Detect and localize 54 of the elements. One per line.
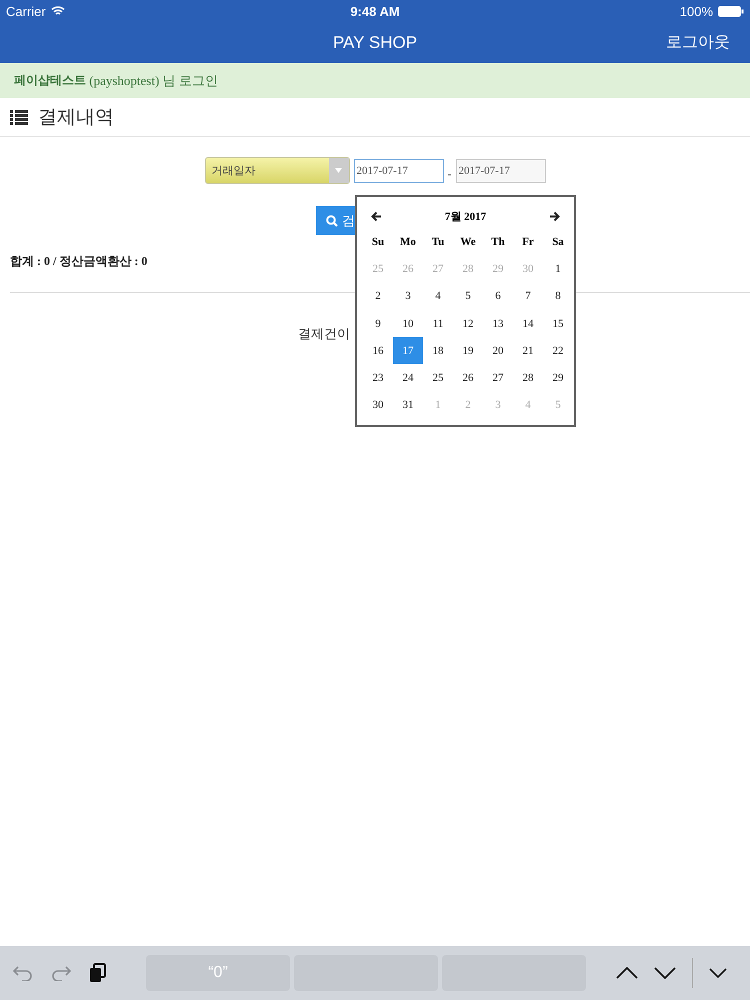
chevron-up-icon[interactable] (616, 967, 638, 979)
weekday-label: Th (490, 234, 506, 250)
login-notice: 페이샵테스트 (payshoptest) 님 로그인 (0, 63, 750, 98)
calendar-day[interactable]: 21 (513, 337, 543, 364)
search-icon (326, 214, 338, 226)
calendar-day[interactable]: 29 (543, 364, 573, 392)
start-date-field[interactable]: 2017-07-17 (354, 158, 444, 182)
calendar-day[interactable]: 16 (363, 337, 393, 364)
end-date-field[interactable]: 2017-07-17 (456, 158, 546, 182)
empty-message: 결제건이 (298, 325, 350, 343)
calendar-day[interactable]: 14 (513, 310, 543, 338)
calendar-day[interactable]: 23 (363, 364, 393, 392)
next-month-arrow-icon[interactable] (549, 210, 560, 222)
weekday-label: Su (370, 234, 386, 250)
battery-icon (718, 6, 744, 16)
list-icon (10, 110, 28, 124)
hide-keyboard-icon[interactable] (709, 968, 727, 978)
calendar-day[interactable]: 10 (393, 310, 423, 338)
calendar-day[interactable]: 27 (483, 364, 513, 392)
calendar-day[interactable]: 18 (423, 337, 453, 364)
app-title: PAY SHOP (332, 32, 418, 52)
calendar-day[interactable]: 31 (393, 392, 423, 420)
calendar-day[interactable]: 1 (543, 255, 573, 283)
paste-icon[interactable] (88, 963, 108, 983)
chevron-down-icon[interactable] (654, 967, 676, 979)
calendar-day[interactable]: 30 (363, 392, 393, 420)
weekday-label: We (459, 234, 477, 250)
dropdown-caret-icon (335, 168, 342, 173)
logout-link[interactable]: 로그아웃 (666, 32, 730, 53)
weekday-label: Tu (430, 234, 446, 250)
carrier-label: Carrier (6, 4, 46, 18)
calendar-day[interactable]: 22 (543, 337, 573, 364)
calendar-day[interactable]: 13 (483, 310, 513, 338)
date-type-select[interactable]: 거래일자 (204, 157, 350, 184)
clock: 9:48 AM (350, 4, 400, 18)
battery-percent: 100% (680, 4, 713, 18)
date-separator: - (448, 166, 452, 180)
calendar-day[interactable]: 15 (543, 310, 573, 338)
calendar-day[interactable]: 12 (453, 310, 483, 338)
calendar-day[interactable]: 28 (513, 364, 543, 392)
calendar-day[interactable]: 11 (423, 310, 453, 338)
calendar-day[interactable]: 26 (453, 364, 483, 392)
previous-month-arrow-icon[interactable] (371, 210, 382, 222)
weekday-label: Fr (521, 234, 535, 250)
calendar-day[interactable]: 25 (423, 364, 453, 392)
month-title: 7월 2017 (444, 210, 486, 224)
calendar-day[interactable]: 24 (393, 364, 423, 392)
section-title: 결제내역 (38, 106, 114, 130)
weekday-label: Mo (399, 234, 417, 250)
wifi-icon (50, 6, 65, 16)
calendar-day[interactable]: 20 (483, 337, 513, 364)
calendar-day[interactable]: 9 (363, 310, 393, 338)
calendar-day[interactable]: 19 (453, 337, 483, 364)
weekday-label: Sa (551, 234, 565, 250)
